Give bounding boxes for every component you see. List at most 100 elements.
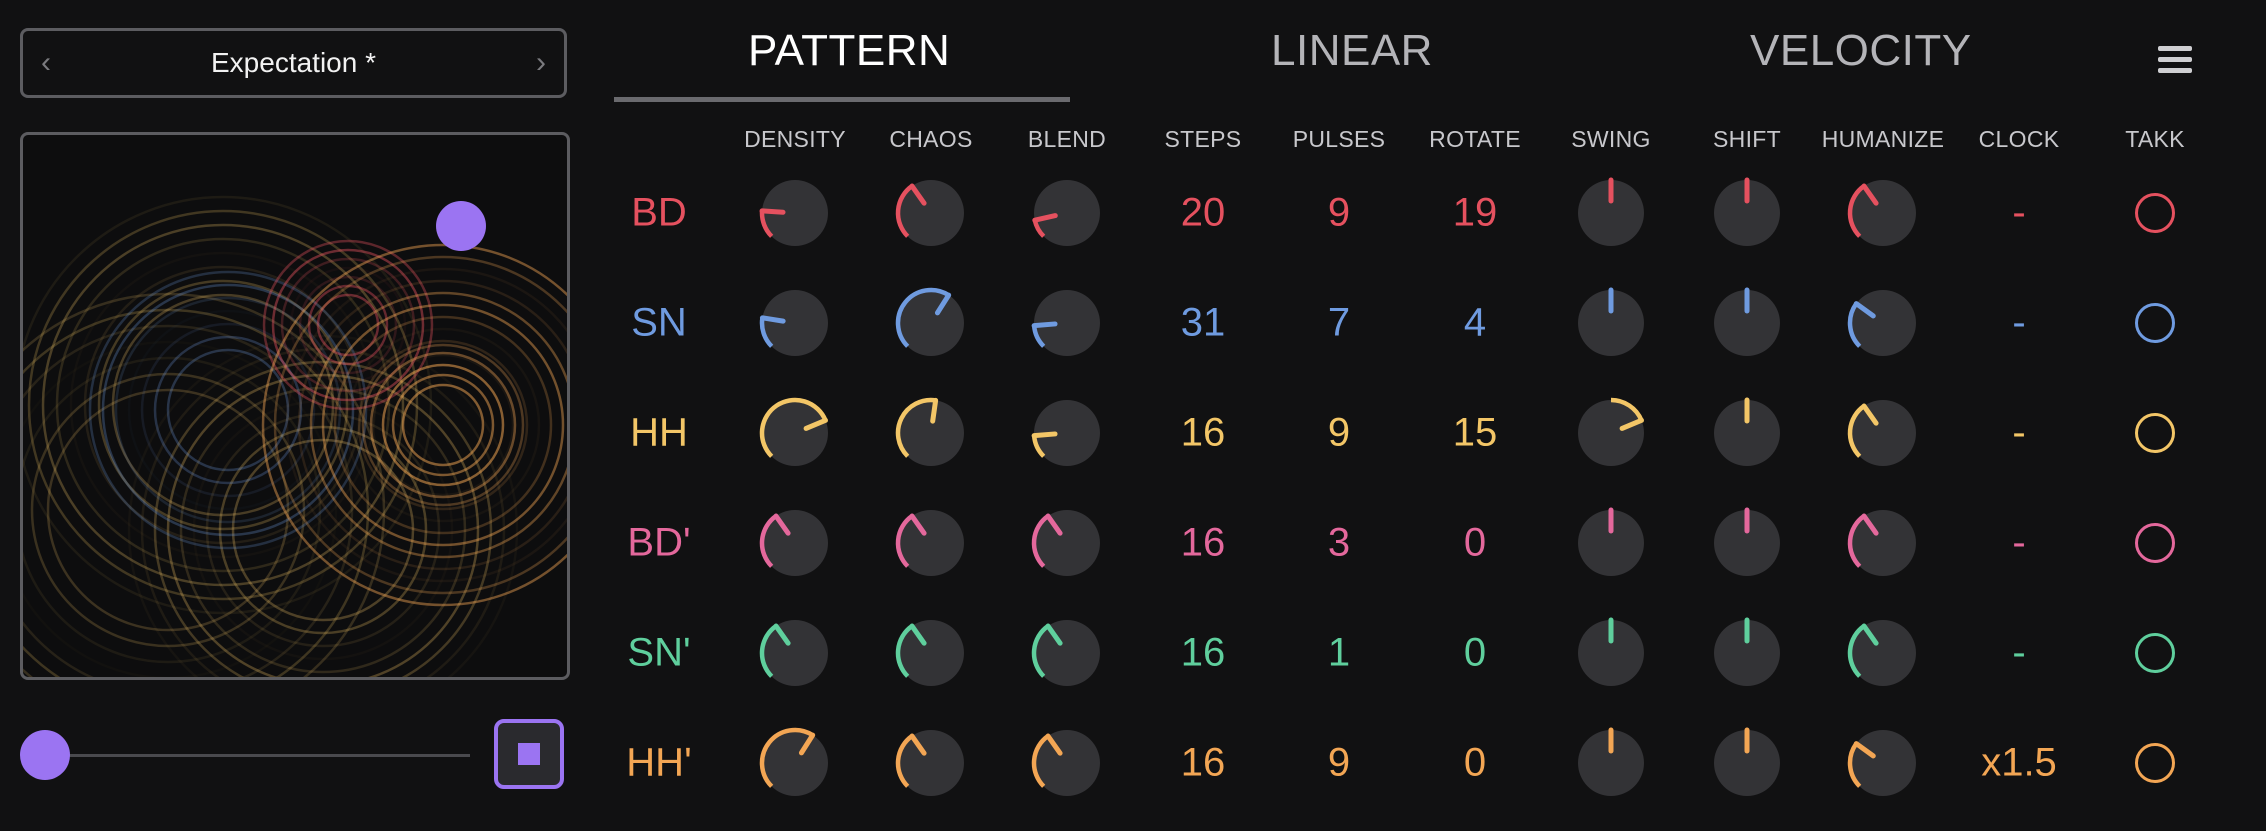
takk-toggle-sn[interactable] [2135, 303, 2175, 343]
pulses-value-bd[interactable]: 9 [1328, 191, 1350, 236]
rotate-value-hh[interactable]: 15 [1453, 411, 1498, 456]
clock-value-bd[interactable]: - [2012, 191, 2025, 236]
steps-value-hh-alt[interactable]: 16 [1181, 741, 1226, 786]
takk-toggle-hh[interactable] [2135, 413, 2175, 453]
clock-value-hh-alt[interactable]: x1.5 [1981, 741, 2057, 786]
clock-value-hh[interactable]: - [2012, 411, 2025, 456]
density-knob-hh[interactable] [759, 397, 831, 469]
tab-pattern[interactable]: PATTERN [748, 26, 950, 76]
steps-value-hh[interactable]: 16 [1181, 411, 1226, 456]
swing-knob-sn[interactable] [1575, 287, 1647, 359]
column-header-takk: TAKK [2125, 126, 2185, 152]
density-knob-bd[interactable] [759, 177, 831, 249]
column-header-steps: STEPS [1164, 126, 1242, 152]
swing-knob-sn-alt[interactable] [1575, 617, 1647, 689]
humanize-knob-hh-alt[interactable] [1847, 727, 1919, 799]
rotate-value-sn[interactable]: 4 [1464, 301, 1486, 346]
blend-knob-hh-alt[interactable] [1031, 727, 1103, 799]
tab-linear[interactable]: LINEAR [1271, 26, 1433, 76]
rotate-value-sn-alt[interactable]: 0 [1464, 631, 1486, 676]
density-knob-sn-alt[interactable] [759, 617, 831, 689]
density-knob-hh-alt[interactable] [759, 727, 831, 799]
pulses-value-bd-alt[interactable]: 3 [1328, 521, 1350, 566]
rotate-value-bd[interactable]: 19 [1453, 191, 1498, 236]
morph-slider[interactable] [20, 730, 470, 780]
column-header-density: DENSITY [744, 126, 846, 152]
rotate-value-hh-alt[interactable]: 0 [1464, 741, 1486, 786]
shift-knob-sn-alt[interactable] [1711, 617, 1783, 689]
rotate-value-bd-alt[interactable]: 0 [1464, 521, 1486, 566]
row-label-hh: HH [630, 410, 688, 455]
preset-selector[interactable]: ‹ Expectation * › [20, 28, 567, 98]
shift-knob-hh-alt[interactable] [1711, 727, 1783, 799]
shift-knob-bd-alt[interactable] [1711, 507, 1783, 579]
chaos-knob-sn[interactable] [895, 287, 967, 359]
row-label-sn: SN [631, 300, 687, 345]
orbit-rings-visual [23, 195, 567, 677]
clock-value-sn-alt[interactable]: - [2012, 631, 2025, 676]
chaos-knob-bd[interactable] [895, 177, 967, 249]
pulses-value-hh[interactable]: 9 [1328, 411, 1350, 456]
column-header-shift: SHIFT [1713, 126, 1781, 152]
humanize-knob-sn-alt[interactable] [1847, 617, 1919, 689]
stop-icon [518, 743, 540, 765]
slider-thumb[interactable] [20, 730, 70, 780]
takk-toggle-bd-alt[interactable] [2135, 523, 2175, 563]
pulses-value-sn[interactable]: 7 [1328, 301, 1350, 346]
shift-knob-hh[interactable] [1711, 397, 1783, 469]
column-header-clock: CLOCK [1978, 126, 2060, 152]
shift-knob-bd[interactable] [1711, 177, 1783, 249]
takk-toggle-bd[interactable] [2135, 193, 2175, 233]
chaos-knob-hh-alt[interactable] [895, 727, 967, 799]
swing-knob-bd-alt[interactable] [1575, 507, 1647, 579]
humanize-knob-hh[interactable] [1847, 397, 1919, 469]
humanize-knob-bd[interactable] [1847, 177, 1919, 249]
chevron-right-icon[interactable]: › [536, 48, 546, 78]
column-header-swing: SWING [1571, 126, 1651, 152]
blend-knob-hh[interactable] [1031, 397, 1103, 469]
column-header-humanize: HUMANIZE [1821, 126, 1945, 152]
column-header-blend: BLEND [1027, 126, 1107, 152]
swing-knob-bd[interactable] [1575, 177, 1647, 249]
row-label-hh-alt: HH' [626, 740, 692, 785]
column-header-chaos: CHAOS [889, 126, 973, 152]
column-header-pulses: PULSES [1292, 126, 1386, 152]
row-label-sn-alt: SN' [627, 630, 691, 675]
clock-value-sn[interactable]: - [2012, 301, 2025, 346]
blend-knob-bd[interactable] [1031, 177, 1103, 249]
row-label-bd-alt: BD' [627, 520, 691, 565]
density-knob-bd-alt[interactable] [759, 507, 831, 579]
preset-name: Expectation * [211, 47, 376, 78]
shift-knob-sn[interactable] [1711, 287, 1783, 359]
takk-toggle-hh-alt[interactable] [2135, 743, 2175, 783]
steps-value-sn[interactable]: 31 [1181, 301, 1226, 346]
swing-knob-hh[interactable] [1575, 397, 1647, 469]
pattern-visualizer[interactable] [20, 132, 570, 680]
chaos-knob-hh[interactable] [895, 397, 967, 469]
clock-value-bd-alt[interactable]: - [2012, 521, 2025, 566]
takk-toggle-sn-alt[interactable] [2135, 633, 2175, 673]
column-header-rotate: ROTATE [1429, 126, 1521, 152]
tab-velocity[interactable]: VELOCITY [1750, 26, 1972, 76]
blend-knob-sn[interactable] [1031, 287, 1103, 359]
steps-value-sn-alt[interactable]: 16 [1181, 631, 1226, 676]
position-dot[interactable] [436, 201, 486, 251]
blend-knob-bd-alt[interactable] [1031, 507, 1103, 579]
row-label-bd: BD [631, 190, 687, 235]
chaos-knob-sn-alt[interactable] [895, 617, 967, 689]
slider-track[interactable] [44, 754, 470, 757]
pulses-value-sn-alt[interactable]: 1 [1328, 631, 1350, 676]
stop-button[interactable] [494, 719, 564, 789]
pulses-value-hh-alt[interactable]: 9 [1328, 741, 1350, 786]
active-tab-indicator [614, 97, 1070, 102]
chaos-knob-bd-alt[interactable] [895, 507, 967, 579]
swing-knob-hh-alt[interactable] [1575, 727, 1647, 799]
chevron-left-icon[interactable]: ‹ [41, 48, 51, 78]
steps-value-bd[interactable]: 20 [1181, 191, 1226, 236]
density-knob-sn[interactable] [759, 287, 831, 359]
steps-value-bd-alt[interactable]: 16 [1181, 521, 1226, 566]
humanize-knob-bd-alt[interactable] [1847, 507, 1919, 579]
hamburger-menu-icon[interactable] [2158, 46, 2192, 74]
blend-knob-sn-alt[interactable] [1031, 617, 1103, 689]
humanize-knob-sn[interactable] [1847, 287, 1919, 359]
